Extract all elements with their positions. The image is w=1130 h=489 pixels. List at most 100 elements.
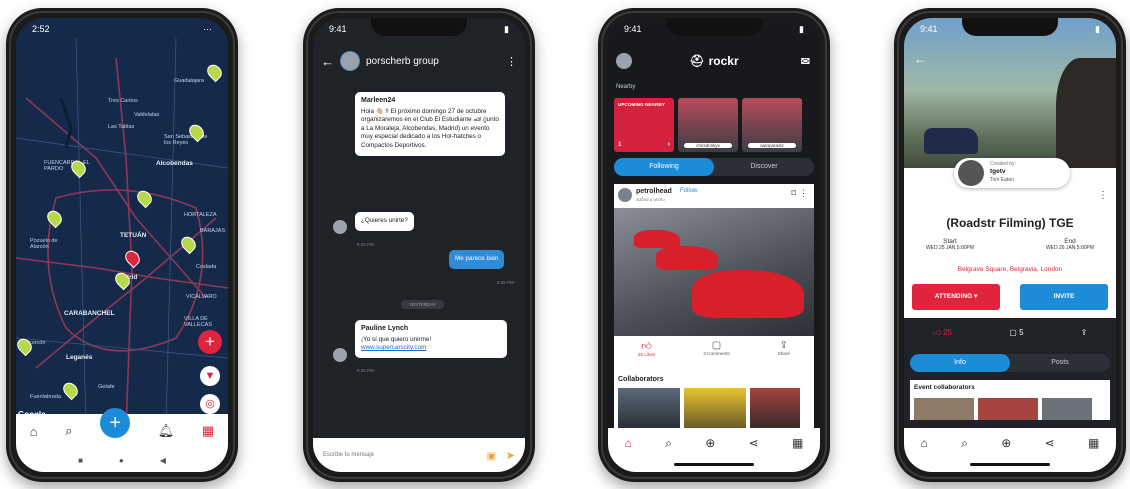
start-label: Start	[943, 238, 957, 245]
search-icon[interactable]: ⌕	[961, 436, 968, 451]
group-name[interactable]: porscherb group	[366, 56, 500, 67]
group-avatar[interactable]	[340, 51, 360, 71]
nearby-carousel[interactable]: UPCOMING NEARBY 1 › chrisdrinkyx autopar…	[614, 98, 820, 152]
message-author: Pauline Lynch	[361, 325, 409, 332]
creator-chip[interactable]: Created by: tgetv Tom Eaton	[954, 158, 1070, 188]
collaborator-thumb[interactable]	[684, 388, 746, 428]
sys-square-icon[interactable]: ■	[78, 456, 83, 465]
more-vert-icon[interactable]: ⋮	[506, 55, 517, 68]
attending-button[interactable]: ATTENDING ▾	[912, 284, 1000, 310]
post-image[interactable]	[614, 208, 814, 336]
chat-icon[interactable]: ✉	[801, 55, 810, 68]
phone-map: 2:52 ··· Guadalajara Tres Cantos Valdela…	[6, 8, 238, 482]
send-icon[interactable]: ➤	[506, 450, 515, 462]
invite-button[interactable]: INVITE	[1020, 284, 1108, 310]
end-label: End	[1064, 238, 1076, 245]
back-arrow-icon[interactable]: ←	[914, 52, 926, 66]
map-label: BARAJAS	[200, 228, 226, 234]
add-circle-icon[interactable]: ⊕	[1001, 436, 1011, 450]
collaborator-thumb[interactable]	[750, 388, 800, 428]
like-action[interactable]: 👍︎ 25 Likes	[638, 340, 655, 368]
map-label: Fuenlabrada	[30, 394, 61, 400]
back-arrow-icon[interactable]: ←	[321, 54, 334, 69]
bookmark-icon[interactable]: ⌑	[791, 188, 796, 199]
comment-action[interactable]: ▢ 5	[1009, 328, 1023, 338]
status-time: 9:41	[624, 24, 642, 34]
car-shape	[656, 246, 718, 270]
filter-button[interactable]: ▼	[200, 366, 220, 386]
upcoming-card[interactable]: UPCOMING NEARBY 1 ›	[614, 98, 674, 152]
sys-home-icon[interactable]: ●	[119, 456, 124, 465]
search-icon[interactable]: ⌕	[665, 436, 672, 451]
collaborators-row[interactable]	[618, 388, 814, 428]
message-time: 8:35 PM	[497, 280, 514, 285]
collaborator-thumb[interactable]	[618, 388, 680, 428]
bell-icon[interactable]: 🔔︎	[158, 423, 175, 439]
route-icon[interactable]: ⋖	[749, 436, 759, 450]
add-marker-button[interactable]: +	[198, 330, 222, 354]
battery-icon: ▮	[504, 24, 509, 34]
like-action[interactable]: 👍︎ 25	[933, 328, 953, 338]
collaborator-thumb[interactable]	[914, 398, 974, 420]
thumb-label: autoparadiz	[748, 143, 796, 148]
map-icon[interactable]: ▦	[202, 423, 214, 439]
comment-icon: ▢	[1009, 328, 1017, 337]
menu-avatar[interactable]	[616, 53, 632, 69]
bottom-nav: ⌂ ⌕ ⊕ ⋖ ▦	[904, 428, 1116, 472]
image-icon[interactable]: ▣	[487, 451, 496, 462]
battery-icon: ▮	[1095, 24, 1100, 34]
home-icon[interactable]: ⌂	[30, 424, 38, 439]
add-circle-icon[interactable]: ⊕	[705, 436, 715, 450]
map-label: Valdelatas	[134, 112, 160, 118]
event-actions: 👍︎ 25 ▢ 5 ⇪	[904, 328, 1116, 338]
post-avatar[interactable]	[618, 188, 632, 202]
locate-button[interactable]: ◎	[200, 394, 220, 414]
start-value: WED 25 JAN 5:00PM	[925, 245, 975, 251]
share-icon[interactable]: ⇪	[1081, 328, 1088, 338]
collaborators-panel: Event collaborators	[910, 380, 1110, 420]
map-view[interactable]: Guadalajara Tres Cantos Valdelatas Las T…	[16, 38, 228, 428]
sender-avatar	[333, 348, 347, 362]
map-screen: 2:52 ··· Guadalajara Tres Cantos Valdela…	[16, 18, 228, 472]
like-count: 25 Likes	[637, 352, 656, 357]
map-icon[interactable]: ▦	[792, 436, 803, 450]
more-vert-icon[interactable]: ⋮	[1098, 190, 1108, 201]
tab-posts[interactable]: Posts	[1010, 354, 1110, 372]
more-vert-icon[interactable]: ⋮	[799, 188, 808, 199]
bottom-nav: ⌂ ⌕ + 🔔︎ ▦	[16, 408, 228, 448]
map-label: Getafe	[98, 384, 115, 390]
event-location[interactable]: Belgrave Square, Belgravia, London	[904, 266, 1116, 273]
tab-info[interactable]: Info	[910, 354, 1010, 372]
comment-action[interactable]: ▢ 3 Comments	[703, 340, 730, 368]
collaborator-thumb[interactable]	[978, 398, 1038, 420]
follow-link[interactable]: Follow	[680, 188, 697, 194]
nearby-thumb[interactable]: autoparadiz	[742, 98, 802, 152]
plus-icon[interactable]: +	[100, 408, 131, 438]
search-icon[interactable]: ⌕	[65, 423, 72, 439]
event-screen: 9:41 ▮ ← Created by: tgetv Tom Eaton ⋮ (…	[904, 18, 1116, 472]
chat-header: ← porscherb group ⋮	[313, 48, 525, 74]
tab-following[interactable]: Following	[614, 158, 714, 176]
home-icon[interactable]: ⌂	[625, 436, 632, 450]
thumbs-up-icon: 👍︎	[932, 328, 941, 337]
home-icon[interactable]: ⌂	[921, 436, 928, 450]
collaborator-thumb[interactable]	[1042, 398, 1092, 420]
car-shape	[924, 128, 978, 154]
tab-discover[interactable]: Discover	[714, 158, 814, 176]
status-time: 9:41	[920, 24, 938, 34]
message-link[interactable]: www.supercarscity.com	[361, 344, 426, 351]
map-icon[interactable]: ▦	[1088, 436, 1099, 450]
post-username[interactable]: petrolhead	[636, 188, 672, 195]
message-input[interactable]: Escribe tu mensaje	[323, 452, 374, 458]
share-action[interactable]: ⇪ Share	[778, 340, 791, 368]
feed-screen: 9:41 ▮ ⛑ rockr ✉ Nearby UPCOMING NEARBY …	[608, 18, 820, 472]
message-input-bar: Escribe tu mensaje ▣ ➤	[313, 438, 525, 472]
event-card: Created by: tgetv Tom Eaton ⋮ (Roadstr F…	[904, 158, 1116, 318]
nearby-thumb[interactable]: chrisdrinkyx	[678, 98, 738, 152]
route-icon[interactable]: ⋖	[1045, 436, 1055, 450]
map-label: TETUÁN	[120, 232, 147, 239]
collaborators-row[interactable]	[914, 398, 1110, 420]
home-indicator	[970, 463, 1050, 466]
sys-back-icon[interactable]: ◀	[160, 456, 166, 465]
chat-screen: 9:41 ▮ ← porscherb group ⋮ Marleen24 Hol…	[313, 18, 525, 472]
